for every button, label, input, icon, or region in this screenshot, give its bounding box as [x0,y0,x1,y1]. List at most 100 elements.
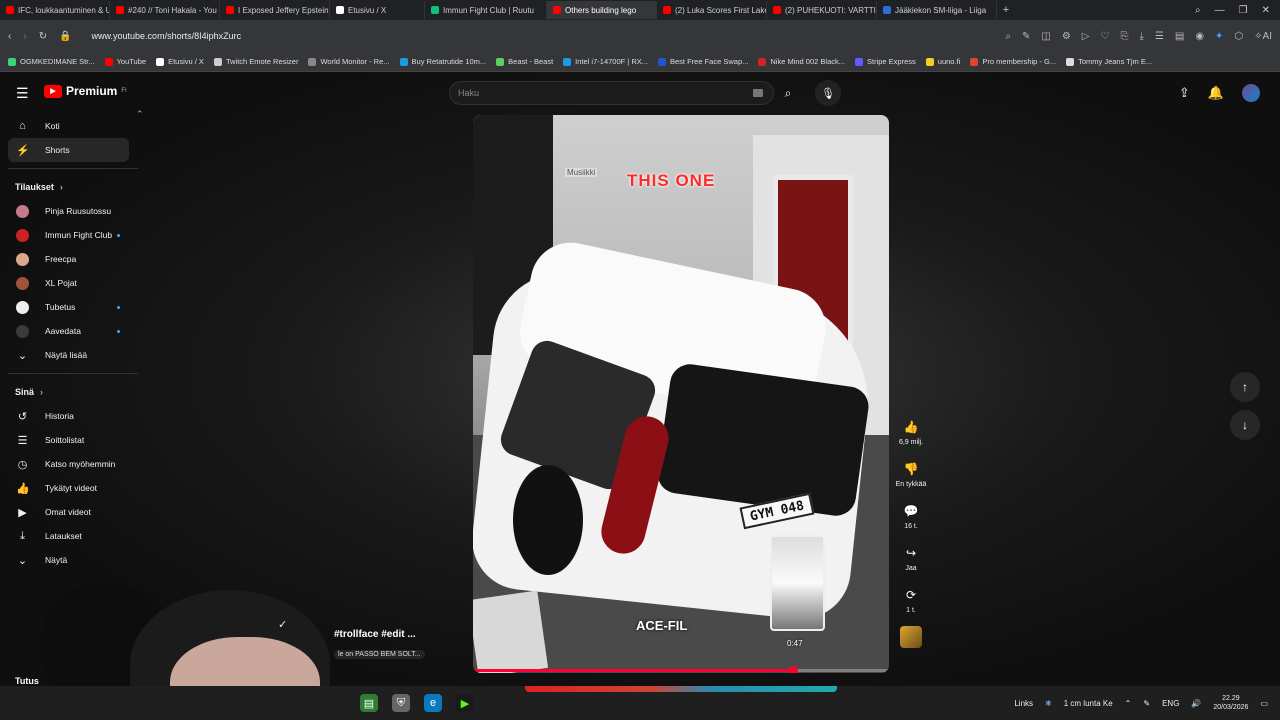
weather-text[interactable]: 1 cm lunta Ke [1064,699,1113,708]
browser-tab[interactable]: Jääkiekon SM-liiga - Liiga [877,1,997,19]
dislike-button[interactable]: 👎 [900,458,922,480]
comments-button[interactable]: 💬 [900,500,922,522]
collections-icon[interactable]: ⎘ [1120,31,1128,42]
hamburger-menu-icon[interactable]: ☰ [16,85,29,102]
app-green-icon[interactable]: ▤ [360,694,378,712]
bookmark-item[interactable]: Pro membership - G... [970,57,1056,66]
clock[interactable]: 22.29 20/03/2026 [1213,694,1248,712]
edge-browser-icon[interactable]: e [424,694,442,712]
browser-tab[interactable]: IFC, loukkaantuminen & U [0,1,110,19]
zoom-icon[interactable]: ⌕ [1005,31,1011,42]
audio-track-thumbnail[interactable] [900,626,922,648]
account-avatar[interactable] [1242,84,1260,102]
notifications-bell-icon[interactable]: 🔔 [1208,85,1224,101]
notification-center-icon[interactable]: ▭ [1260,699,1268,708]
short-video-player[interactable]: GYM 048 Musiikki THIS ONE ACE-FIL 0:47 [473,115,889,673]
sidebar-item[interactable]: XL Pojat [0,271,148,295]
sidebar-item[interactable]: ↺ Historia [0,404,148,428]
sidebar-item[interactable]: ⤓ Lataukset [0,524,148,548]
bookmark-item[interactable]: Nike Mind 002 Black... [758,57,845,66]
download-icon[interactable]: ⤓ [1139,31,1143,42]
new-tab-icon[interactable]: + [997,4,1015,16]
previous-short-button[interactable]: ↑ [1230,372,1260,402]
sidebar-item[interactable]: Freecpa [0,247,148,271]
browser-tab[interactable]: Others building lego [547,1,657,19]
favorite-icon[interactable]: ♡ [1101,31,1110,42]
subscriptions-header[interactable]: Tilaukset › [0,175,148,199]
bookmark-item[interactable]: World Monitor - Re... [308,57,390,66]
bookmark-item[interactable]: uuno.fi [925,57,960,66]
bookmark-item[interactable]: Twitch Emote Resizer [213,57,298,66]
sidebar-item[interactable]: Tubetus [0,295,148,319]
settings-icon[interactable]: ⚙ [1062,31,1071,42]
bookmark-favicon-icon [399,57,408,66]
browser-tab[interactable]: Immun Fight Club | Ruutu [425,1,547,19]
sidebar-item[interactable]: ◷ Katso myöhemmin [0,452,148,476]
progress-knob[interactable] [789,666,799,673]
browser-tab[interactable]: Etusivu / X [330,1,425,19]
screenshot-icon[interactable]: ◫ [1041,31,1050,42]
short-audio-label[interactable]: le on PASSO BEM SOLT... [334,650,425,659]
sidebar-item[interactable]: ⚡ Shorts [8,138,129,162]
like-button[interactable]: 👍 [900,416,922,438]
app-shield-icon[interactable]: ⛨ [392,694,410,712]
minimize-icon[interactable]: — [1215,5,1225,16]
bookmark-item[interactable]: Stripe Express [855,57,916,66]
bookmark-item[interactable]: Etusivu / X [156,57,204,66]
bookmark-item[interactable]: Beast - Beast [496,57,553,66]
search-input[interactable]: Haku [449,81,774,105]
sidebar-item[interactable]: Immun Fight Club [0,223,148,247]
kick-app-icon[interactable]: ▶ [456,694,474,712]
back-icon[interactable]: ‹ [8,31,11,42]
translate-icon[interactable]: ✦ [1215,31,1223,42]
sidebar-item[interactable]: Aavedata [0,319,148,343]
forward-icon[interactable]: › [23,31,26,42]
sidebar-item[interactable]: ⌄ Näytä lisää [0,343,148,367]
sidebar-item[interactable]: 👍 Tykätyt videot [0,476,148,500]
cube-icon[interactable]: ⬡ [1234,31,1243,42]
upload-icon[interactable]: ⇪ [1179,85,1190,101]
volume-icon[interactable]: 🔊 [1191,699,1201,708]
share-button[interactable]: ↪ [900,542,922,564]
search-tabs-icon[interactable]: ⌕ [1195,5,1201,16]
maximize-icon[interactable]: ❐ [1239,5,1248,16]
browser-tab[interactable]: #240 // Toni Hakala - You [110,1,220,19]
youtube-logo[interactable]: ▶ Premium FI [44,84,127,98]
extensions-icon[interactable]: ▤ [1175,31,1184,42]
sidebar-item[interactable]: ▶ Omat videot [0,500,148,524]
close-icon[interactable]: ✕ [1262,5,1270,16]
bookmark-item[interactable]: Best Free Face Swap... [658,57,748,66]
voice-search-button[interactable]: 🎙 [815,80,841,106]
keyboard-icon[interactable] [753,89,763,97]
progress-bar[interactable] [473,666,889,673]
menu-icon[interactable]: ☰ [1155,31,1164,42]
reload-icon[interactable]: ↻ [39,31,47,42]
pen-icon[interactable]: ✎ [1143,699,1150,708]
edit-icon[interactable]: ✎ [1022,31,1030,42]
sidebar-item[interactable]: ☰ Soittolistat [0,428,148,452]
sidebar-item[interactable]: Pinja Ruusutossu [0,199,148,223]
play-icon[interactable]: ▷ [1082,31,1090,42]
short-title[interactable]: #trollface #edit ... [334,629,416,640]
browser-tab[interactable]: (2) PUHEKUOTI: VARTTI ISBE [767,1,877,19]
bookmark-item[interactable]: OGMKEDIMANE Str... [8,57,95,66]
bookmark-item[interactable]: YouTube [104,57,146,66]
profile-icon[interactable]: ◉ [1195,31,1204,42]
language-indicator[interactable]: ENG [1162,699,1179,708]
tray-chevron-icon[interactable]: ⌃ [1125,699,1132,708]
links-toolbar[interactable]: Links [1014,699,1033,708]
remix-count: 1 t. [906,607,916,614]
you-header[interactable]: Sinä › [0,380,148,404]
browser-tab[interactable]: I Exposed Jeffery Epstein's [220,1,330,19]
bookmark-item[interactable]: Tommy Jeans Tjm E... [1066,57,1152,66]
sidebar-item[interactable]: ⌂ Koti [0,114,148,138]
music-tag: Musiikki [565,168,598,177]
remix-button[interactable]: ⟳ [900,584,922,606]
bookmark-item[interactable]: Buy Retatrutide 10m... [399,57,486,66]
next-short-button[interactable]: ↓ [1230,410,1260,440]
url-field[interactable]: www.youtube.com/shorts/8I4iphxZurc [92,31,242,41]
bookmark-item[interactable]: Intel i7-14700F | RX... [563,57,648,66]
search-button[interactable]: ⌕ [776,81,800,105]
browser-tab[interactable]: (2) Luka Scores First Laker [657,1,767,19]
ai-icon[interactable]: ✧AI [1254,31,1272,42]
